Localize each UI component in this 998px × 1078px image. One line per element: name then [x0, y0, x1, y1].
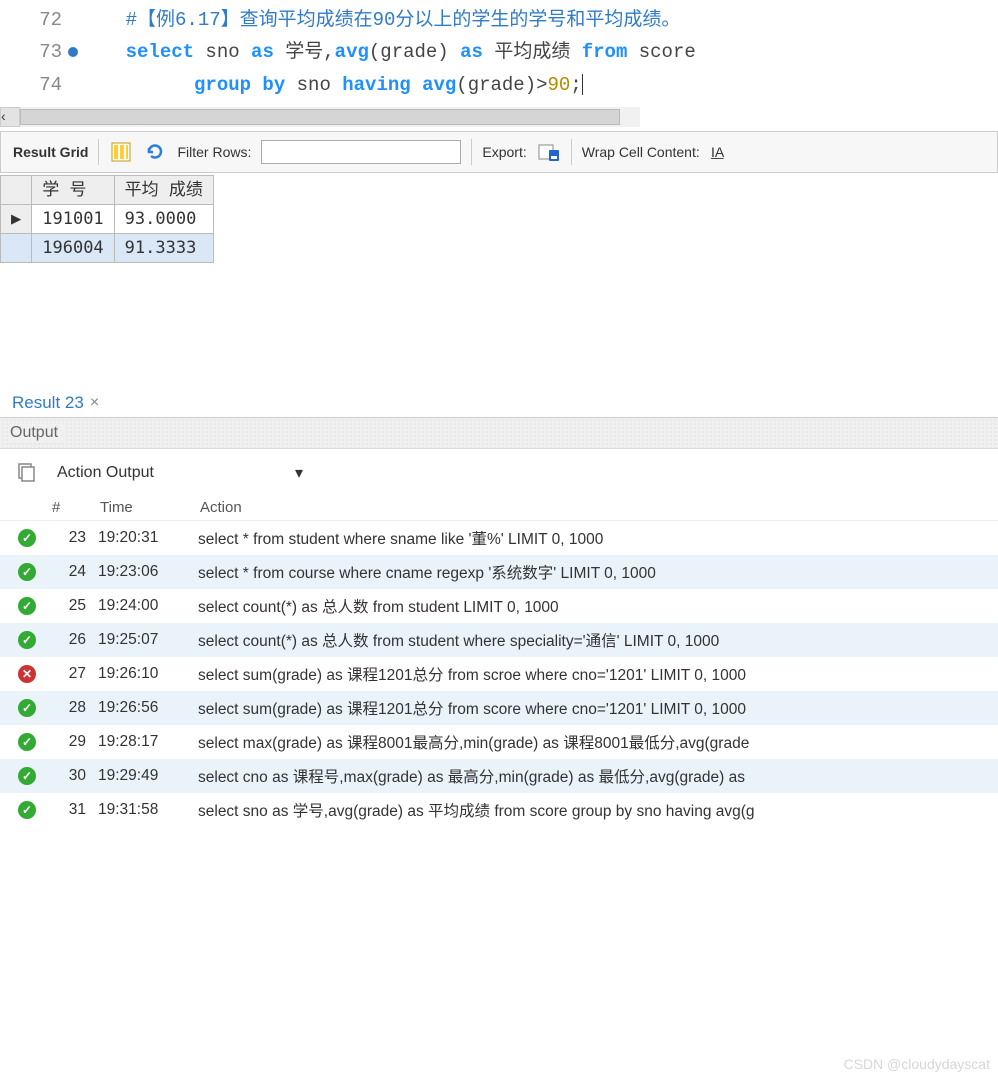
- log-action: select sum(grade) as 课程1201总分 from score…: [198, 697, 984, 719]
- log-row[interactable]: ✓2519:24:00select count(*) as 总人数 from s…: [0, 589, 998, 623]
- result-toolbar: Result Grid Filter Rows: Export: Wrap Ce…: [0, 131, 998, 173]
- log-row[interactable]: ✓2619:25:07select count(*) as 总人数 from s…: [0, 623, 998, 657]
- col-num: #: [52, 499, 100, 516]
- log-num: 23: [40, 529, 98, 547]
- code-line[interactable]: group by sno having avg(grade)>90;: [80, 69, 583, 101]
- success-icon: ✓: [18, 631, 36, 649]
- sql-editor[interactable]: 72 #【例6.17】查询平均成绩在90分以上的学生的学号和平均成绩。73 se…: [0, 0, 998, 105]
- filter-rows-input[interactable]: [261, 140, 461, 164]
- col-time: Time: [100, 499, 200, 516]
- result-grid[interactable]: 学 号平均 成绩 ▶19100193.000019600491.3333: [0, 175, 214, 263]
- row-header-blank: [1, 175, 32, 204]
- log-num: 29: [40, 733, 98, 751]
- watermark: CSDN @cloudydayscat: [844, 1056, 991, 1072]
- log-num: 28: [40, 699, 98, 717]
- log-action: select sno as 学号,avg(grade) as 平均成绩 from…: [198, 799, 984, 821]
- row-selector[interactable]: ▶: [1, 205, 32, 234]
- log-action: select * from student where sname like '…: [198, 527, 984, 549]
- row-selector[interactable]: [1, 234, 32, 263]
- editor-hscrollbar[interactable]: ‹: [0, 107, 998, 127]
- log-time: 19:29:49: [98, 767, 198, 785]
- success-icon: ✓: [18, 801, 36, 819]
- log-time: 19:26:56: [98, 699, 198, 717]
- output-label: Output: [10, 424, 64, 441]
- log-row[interactable]: ✓2819:26:56select sum(grade) as 课程1201总分…: [0, 691, 998, 725]
- log-num: 26: [40, 631, 98, 649]
- line-gutter[interactable]: 74: [0, 69, 80, 101]
- line-gutter[interactable]: 72: [0, 4, 80, 36]
- output-panel-header: Output: [0, 417, 998, 449]
- grid-cell[interactable]: 191001: [32, 205, 114, 234]
- output-type-select[interactable]: Action Output ▾: [50, 459, 310, 487]
- log-time: 19:24:00: [98, 597, 198, 615]
- log-num: 24: [40, 563, 98, 581]
- log-time: 19:25:07: [98, 631, 198, 649]
- line-gutter[interactable]: 73: [0, 36, 80, 68]
- toolbar-divider: [471, 139, 472, 165]
- close-icon[interactable]: ×: [90, 394, 99, 412]
- toolbar-divider: [98, 139, 99, 165]
- log-num: 27: [40, 665, 98, 683]
- output-controls: Action Output ▾: [0, 449, 998, 497]
- col-action: Action: [200, 499, 984, 516]
- success-icon: ✓: [18, 597, 36, 615]
- log-row[interactable]: ✓3119:31:58select sno as 学号,avg(grade) a…: [0, 793, 998, 827]
- log-row[interactable]: ✕2719:26:10select sum(grade) as 课程1201总分…: [0, 657, 998, 691]
- result-grid-label: Result Grid: [13, 144, 88, 160]
- export-label: Export:: [482, 144, 526, 160]
- log-row[interactable]: ✓2919:28:17select max(grade) as 课程8001最高…: [0, 725, 998, 759]
- grid-cell[interactable]: 93.0000: [114, 205, 213, 234]
- log-time: 19:31:58: [98, 801, 198, 819]
- log-row[interactable]: ✓2419:23:06select * from course where cn…: [0, 555, 998, 589]
- wrap-cell-label: Wrap Cell Content:: [582, 144, 700, 160]
- log-action: select count(*) as 总人数 from student wher…: [198, 629, 984, 651]
- output-column-header: # Time Action: [0, 497, 998, 521]
- result-tab-bar: Result 23 ×: [0, 383, 998, 417]
- filter-rows-label: Filter Rows:: [177, 144, 251, 160]
- error-icon: ✕: [18, 665, 36, 683]
- grid-cell[interactable]: 91.3333: [114, 234, 213, 263]
- success-icon: ✓: [18, 767, 36, 785]
- success-icon: ✓: [18, 563, 36, 581]
- hscroll-thumb[interactable]: [20, 109, 620, 125]
- log-time: 19:26:10: [98, 665, 198, 683]
- column-header[interactable]: 平均 成绩: [114, 175, 213, 204]
- output-log[interactable]: ✓2319:20:31select * from student where s…: [0, 521, 998, 827]
- success-icon: ✓: [18, 699, 36, 717]
- tab-label: Result 23: [12, 393, 84, 413]
- code-line[interactable]: #【例6.17】查询平均成绩在90分以上的学生的学号和平均成绩。: [80, 4, 680, 36]
- log-num: 25: [40, 597, 98, 615]
- success-icon: ✓: [18, 733, 36, 751]
- log-action: select max(grade) as 课程8001最高分,min(grade…: [198, 731, 984, 753]
- toolbar-divider: [571, 139, 572, 165]
- log-action: select cno as 课程号,max(grade) as 最高分,min(…: [198, 765, 984, 787]
- hscroll-left-button[interactable]: ‹: [0, 107, 20, 127]
- log-row[interactable]: ✓3019:29:49select cno as 课程号,max(grade) …: [0, 759, 998, 793]
- log-action: select sum(grade) as 课程1201总分 from scroe…: [198, 663, 984, 685]
- export-icon[interactable]: [537, 140, 561, 164]
- log-time: 19:23:06: [98, 563, 198, 581]
- column-header[interactable]: 学 号: [32, 175, 114, 204]
- success-icon: ✓: [18, 529, 36, 547]
- hscroll-spacer: [640, 107, 998, 127]
- refresh-icon[interactable]: [143, 140, 167, 164]
- breakpoint-icon[interactable]: [68, 47, 78, 57]
- log-action: select count(*) as 总人数 from student LIMI…: [198, 595, 984, 617]
- output-copy-icon[interactable]: [14, 461, 38, 485]
- log-time: 19:20:31: [98, 529, 198, 547]
- chevron-down-icon: ▾: [295, 463, 303, 483]
- log-action: select * from course where cname regexp …: [198, 561, 984, 583]
- log-time: 19:28:17: [98, 733, 198, 751]
- log-row[interactable]: ✓2319:20:31select * from student where s…: [0, 521, 998, 555]
- output-type-value: Action Output: [57, 464, 154, 482]
- tab-result-23[interactable]: Result 23 ×: [10, 389, 101, 417]
- grid-cell[interactable]: 196004: [32, 234, 114, 263]
- log-num: 31: [40, 801, 98, 819]
- wrap-cell-icon[interactable]: I̲A̲: [710, 140, 734, 164]
- grid-view-icon[interactable]: [109, 140, 133, 164]
- code-line[interactable]: select sno as 学号,avg(grade) as 平均成绩 from…: [80, 36, 696, 68]
- log-num: 30: [40, 767, 98, 785]
- svg-text:I̲A̲: I̲A̲: [711, 144, 725, 160]
